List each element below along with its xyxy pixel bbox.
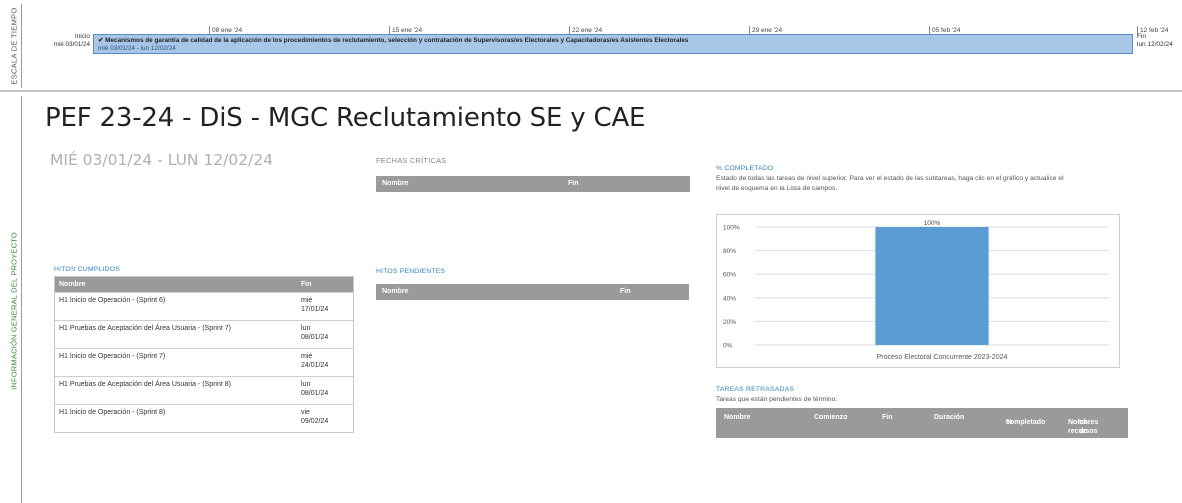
column-header-fin: Fin [620,288,631,295]
bar-data-label: 100% [924,220,941,227]
milestone-end-date: mié 17/01/24 [301,297,329,313]
hitos-cumplidos-table[interactable]: Nombre Fin H1 Inicio de Operación - (Spr… [54,276,354,433]
y-tick-label: 20% [723,319,736,326]
timeline-panel: ESCALA DE TIEMPO 08 ene '24 15 ene '24 2… [0,0,1182,92]
milestone-end-date: vie 09/02/24 [301,409,329,425]
y-tick-label: 60% [723,272,736,279]
pct-completado-chart[interactable]: 0% 20% 40% 60% 80% 100% 100% Proceso Electoral … [716,214,1120,368]
hitos-pendientes-table[interactable]: Nombre Fin [376,284,689,300]
column-header-nombre: Nombre [724,414,751,421]
table-row[interactable]: H1 Inicio de Operación - (Sprint 8) vie 0… [55,404,353,432]
timeline-tick: 05 feb '24 [928,26,961,35]
milestone-end-date: lun 08/01/24 [301,325,329,341]
report-date-range: MIÉ 03/01/24 - LUN 12/02/24 [50,151,274,169]
milestone-name: H1 Inicio de Operación - (Sprint 7) [59,353,166,360]
column-header-fin: Fin [568,180,579,187]
hitos-cumplidos-heading: HITOS CUMPLIDOS [54,266,120,273]
timeline-task-name: Mecanismos de garantía de calidad de la … [105,37,689,44]
milestone-name: H1 Inicio de Operación - (Sprint 8) [59,409,166,416]
table-row[interactable]: H1 Inicio de Operación - (Sprint 7) mié 2… [55,348,353,376]
report-title[interactable]: PEF 23-24 - DiS - MGC Reclutamiento SE y… [45,103,645,133]
timeline-tick: 29 ene '24 [748,26,783,35]
timeline-start-marker: Inicio mié 03/01/24 [50,33,90,49]
milestone-end-date: mié 24/01/24 [301,353,329,369]
fechas-criticas-heading: FECHAS CRÍTICAS [376,156,447,165]
timeline-end-label: Fin [1137,33,1147,40]
timeline-tick: 22 ene '24 [568,26,603,35]
table-header: Nombre Fin [55,277,353,292]
column-header-fin: Fin [882,414,893,421]
timeline-tick: 08 ene '24 [208,26,243,35]
timeline-tick: 15 ene '24 [388,26,423,35]
milestone-name: H1 Inicio de Operación - (Sprint 6) [59,297,166,304]
pct-completado-description: Estado de todas las tareas de nivel supe… [716,175,1064,192]
timeline-task-dates: mié 03/01/24 - lun 12/02/24 [98,44,176,52]
overview-strip-label: INFORMACIÓN GENERAL DEL PROYECTO [9,232,18,390]
column-header-nombre: Nombre [382,288,409,295]
table-row[interactable]: H1 Inicio de Operación - (Sprint 6) mié 1… [55,292,353,320]
column-header-nombre: Nombre [59,281,86,288]
column-header-nombre: Nombre [382,180,409,187]
pct-completado-heading: % COMPLETADO [716,165,774,172]
timeline-start-date: mié 03/01/24 [53,41,90,48]
chart-bar[interactable] [875,227,989,345]
timeline-side-strip: ESCALA DE TIEMPO [6,4,22,88]
overview-side-strip: INFORMACIÓN GENERAL DEL PROYECTO [6,96,22,503]
tareas-retrasadas-table[interactable]: Nombre Comienzo Fin Duración % completado… [716,408,1128,438]
category-label: Proceso Electoral Concurrente 2023-2024 [877,354,1008,361]
timeline-start-label: Inicio [74,33,90,40]
table-row[interactable]: H1 Pruebas de Aceptación del Área Usuari… [55,320,353,348]
timeline-strip-label: ESCALA DE TIEMPO [9,7,18,85]
y-tick-label: 80% [723,248,736,255]
milestone-end-date: lun 08/01/24 [301,381,329,397]
tareas-retrasadas-description: Tareas que están pendientes de término. [716,396,838,403]
timeline-end-marker: Fin lun 12/02/24 [1137,33,1182,49]
check-icon: ✔ [98,37,104,44]
y-tick-label: 100% [723,225,740,232]
milestone-name: H1 Pruebas de Aceptación del Área Usuari… [59,381,231,388]
fechas-criticas-table[interactable]: Nombre Fin [376,176,690,192]
milestone-name: H1 Pruebas de Aceptación del Área Usuari… [59,325,231,332]
timeline-task-bar[interactable]: ✔ Mecanismos de garantía de calidad de l… [93,34,1133,54]
column-header-fin: Fin [301,281,312,288]
tareas-retrasadas-heading: TAREAS RETRASADAS [716,386,795,393]
timeline-end-date: lun 12/02/24 [1137,41,1173,48]
column-header-duracion: Duración [934,414,965,421]
chart-canvas: 0% 20% 40% 60% 80% 100% 100% Proceso Electoral … [723,220,1109,361]
y-tick-label: 0% [723,343,733,350]
y-tick-label: 40% [723,295,736,302]
table-row[interactable]: H1 Pruebas de Aceptación del Área Usuari… [55,376,353,404]
column-header-comienzo: Comienzo [814,414,848,421]
hitos-pendientes-heading: HITOS PENDIENTES [376,268,446,275]
